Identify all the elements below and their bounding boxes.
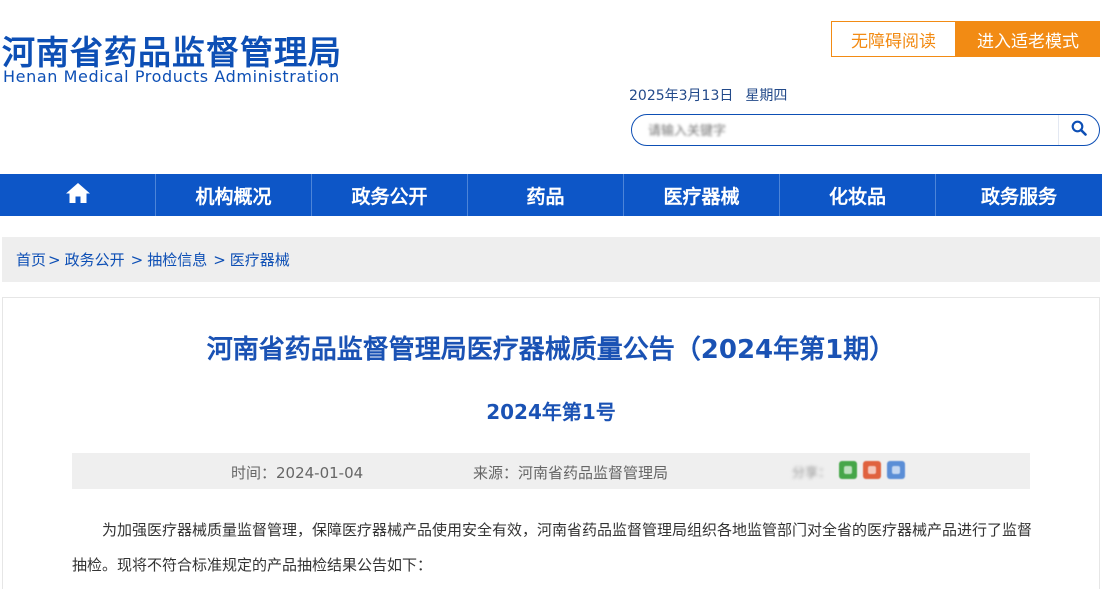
search-input[interactable] (646, 121, 1050, 141)
main-navigation: 机构概况 政务公开 药品 医疗器械 化妆品 政务服务 (0, 174, 1102, 216)
breadcrumb: 首页 > 政务公开 > 抽检信息 > 医疗器械 (2, 237, 1100, 282)
nav-medical-devices[interactable]: 医疗器械 (624, 174, 780, 216)
article-title: 河南省药品监督管理局医疗器械质量公告（2024年第1期） (206, 335, 896, 365)
qzone-icon[interactable] (887, 461, 905, 479)
elder-mode-button[interactable]: 进入适老模式 (956, 21, 1100, 57)
nav-organization[interactable]: 机构概况 (156, 174, 312, 216)
article-body: 为加强医疗器械质量监督管理，保障医疗器械产品使用安全有效，河南省药品监督管理局组… (72, 513, 1032, 583)
accessibility-reading-button[interactable]: 无障碍阅读 (831, 21, 956, 57)
nav-home[interactable] (0, 174, 156, 216)
site-header: 河南省药品监督管理局 Henan Medical Products Admini… (0, 0, 1102, 174)
share-label: 分享： (792, 466, 832, 481)
nav-government-affairs[interactable]: 政务公开 (312, 174, 468, 216)
weibo-icon[interactable] (863, 461, 881, 479)
breadcrumb-medical-devices[interactable]: 医疗器械 (230, 249, 290, 270)
search-box (631, 114, 1100, 146)
current-date: 2025年3月13日 星期四 (629, 85, 787, 105)
breadcrumb-separator: > (130, 250, 144, 269)
article-paragraph: 为加强医疗器械质量监督管理，保障医疗器械产品使用安全有效，河南省药品监督管理局组… (72, 521, 1033, 574)
article-source: 来源：河南省药品监督管理局 (473, 464, 669, 482)
site-logo-english[interactable]: Henan Medical Products Administration (3, 67, 340, 86)
breadcrumb-separator: > (48, 250, 61, 269)
search-button[interactable] (1058, 115, 1099, 145)
breadcrumb-government-affairs[interactable]: 政务公开 (65, 249, 125, 270)
nav-government-services[interactable]: 政务服务 (936, 174, 1102, 216)
nav-cosmetics[interactable]: 化妆品 (780, 174, 936, 216)
breadcrumb-sampling-info[interactable]: 抽检信息 (147, 249, 207, 270)
nav-drugs[interactable]: 药品 (468, 174, 624, 216)
date-text: 2025年3月13日 (629, 88, 734, 104)
wechat-icon[interactable] (839, 461, 857, 479)
breadcrumb-separator: > (213, 250, 226, 269)
article-meta-bar: 时间：2024-01-04 来源：河南省药品监督管理局 分享： (72, 453, 1030, 489)
breadcrumb-home[interactable]: 首页 (16, 249, 46, 270)
home-icon (65, 182, 91, 209)
search-icon (1071, 120, 1087, 140)
weekday-text: 星期四 (745, 88, 788, 104)
publish-time: 时间：2024-01-04 (231, 464, 364, 482)
article-subtitle: 2024年第1号 (486, 400, 616, 424)
